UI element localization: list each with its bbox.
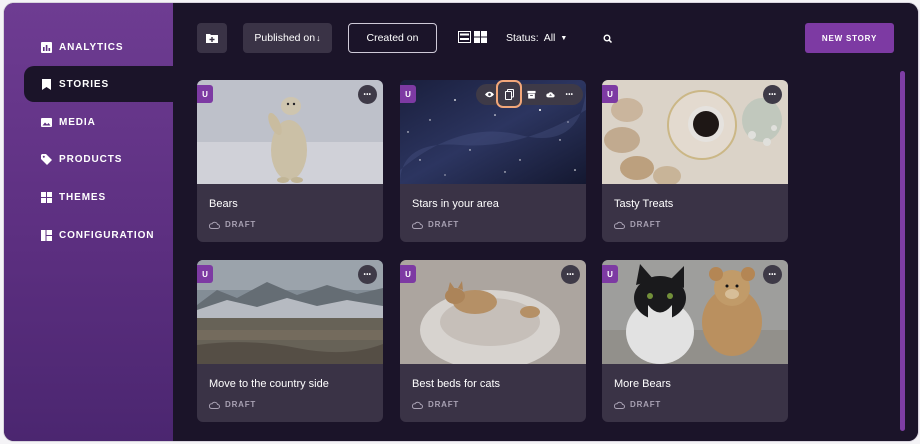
more-options-button[interactable]: •••	[358, 265, 377, 284]
story-title: Move to the country side	[209, 378, 329, 390]
more-options-button[interactable]: •••	[763, 85, 782, 104]
grid-view-icon[interactable]	[474, 31, 487, 43]
story-title: More Bears	[614, 378, 671, 390]
cloud-upload-icon[interactable]	[543, 87, 559, 103]
toolbar: Published on ↓ Created on Status: All ▼ …	[173, 3, 918, 73]
story-thumbnail	[400, 260, 586, 364]
new-story-button[interactable]: NEW STORY	[805, 23, 894, 53]
story-status: DRAFT	[209, 400, 256, 409]
scrollbar[interactable]	[900, 71, 905, 431]
sort-published-button[interactable]: Published on ↓	[243, 23, 332, 53]
story-title: Stars in your area	[412, 198, 499, 210]
add-folder-button[interactable]	[197, 23, 227, 53]
unpublished-badge: U	[197, 85, 213, 103]
sort-published-label: Published on	[254, 32, 316, 44]
analytics-icon	[41, 41, 52, 53]
sidebar-item-label: PRODUCTS	[59, 153, 123, 165]
more-options-button[interactable]: •••	[562, 87, 578, 103]
unpublished-badge: U	[400, 265, 416, 283]
unpublished-badge: U	[602, 85, 618, 103]
story-status-label: DRAFT	[225, 400, 257, 409]
story-card[interactable]: U ••• Bears DRAFT	[197, 80, 383, 242]
story-card[interactable]: U ••• Tasty Treats DRAFT	[602, 80, 788, 242]
sidebar-item-products[interactable]: PRODUCTS	[24, 141, 173, 177]
story-status-label: DRAFT	[428, 400, 460, 409]
status-label: Status:	[506, 32, 539, 44]
sidebar-item-themes[interactable]: THEMES	[24, 179, 173, 215]
story-card[interactable]: U ••• Stars in your area DRAFT	[400, 80, 586, 242]
story-status: DRAFT	[412, 400, 459, 409]
stories-icon	[41, 78, 52, 90]
unpublished-badge: U	[197, 265, 213, 283]
search-icon[interactable]	[603, 34, 613, 44]
story-thumbnail	[602, 260, 788, 364]
sidebar-item-analytics[interactable]: ANALYTICS	[24, 29, 173, 65]
story-title: Bears	[209, 198, 238, 210]
sidebar-item-media[interactable]: MEDIA	[24, 104, 173, 140]
archive-icon[interactable]	[524, 87, 540, 103]
story-thumbnail	[197, 260, 383, 364]
cloud-icon	[209, 221, 220, 229]
story-card[interactable]: U ••• Best beds for cats DRAFT	[400, 260, 586, 422]
configuration-icon	[41, 229, 52, 241]
unpublished-badge: U	[400, 85, 416, 103]
more-options-button[interactable]: •••	[561, 265, 580, 284]
sidebar: ANALYTICS STORIES MEDIA PRODUCTS THEMES	[4, 3, 173, 441]
story-card[interactable]: U ••• More Bears DRAFT	[602, 260, 788, 422]
sidebar-item-configuration[interactable]: CONFIGURATION	[24, 217, 173, 253]
sidebar-item-label: CONFIGURATION	[59, 229, 155, 241]
cloud-icon	[412, 221, 423, 229]
story-status-label: DRAFT	[630, 220, 662, 229]
cloud-icon	[412, 401, 423, 409]
story-thumbnail	[197, 80, 383, 184]
story-card[interactable]: U ••• Move to the country side DRAFT	[197, 260, 383, 422]
card-action-bar: •••	[476, 84, 583, 105]
scrollbar-thumb[interactable]	[900, 71, 905, 431]
caret-down-icon: ▼	[560, 34, 568, 42]
story-status-label: DRAFT	[225, 220, 257, 229]
app-window: ANALYTICS STORIES MEDIA PRODUCTS THEMES	[4, 3, 918, 441]
story-status: DRAFT	[614, 400, 661, 409]
view-toggle	[458, 31, 487, 43]
story-status: DRAFT	[614, 220, 661, 229]
status-value: All	[543, 32, 556, 44]
cloud-icon	[209, 401, 220, 409]
sidebar-item-stories[interactable]: STORIES	[24, 66, 173, 102]
cloud-icon	[614, 401, 625, 409]
story-thumbnail	[602, 80, 788, 184]
sort-desc-arrow-icon: ↓	[316, 33, 321, 43]
unpublished-badge: U	[602, 265, 618, 283]
folder-plus-icon	[206, 34, 218, 43]
sidebar-item-label: THEMES	[59, 191, 107, 203]
story-status-label: DRAFT	[630, 400, 662, 409]
sort-created-label: Created on	[366, 32, 419, 44]
sidebar-item-label: ANALYTICS	[59, 41, 124, 53]
main-content: Published on ↓ Created on Status: All ▼ …	[173, 3, 918, 441]
list-view-icon[interactable]	[458, 31, 471, 43]
sort-created-button[interactable]: Created on	[348, 23, 437, 53]
sidebar-item-label: STORIES	[59, 78, 110, 90]
sidebar-item-label: MEDIA	[59, 116, 96, 128]
tag-icon	[41, 153, 52, 165]
duplicate-button[interactable]	[496, 80, 522, 108]
media-icon	[41, 117, 52, 128]
new-story-label: NEW STORY	[821, 33, 878, 43]
copy-icon	[504, 88, 514, 100]
story-status: DRAFT	[209, 220, 256, 229]
story-title: Tasty Treats	[614, 198, 674, 210]
story-status: DRAFT	[412, 220, 459, 229]
status-filter[interactable]: Status: All ▼	[506, 32, 567, 44]
story-title: Best beds for cats	[412, 378, 501, 390]
more-options-button[interactable]: •••	[358, 85, 377, 104]
more-options-button[interactable]: •••	[763, 265, 782, 284]
story-status-label: DRAFT	[428, 220, 460, 229]
cloud-icon	[614, 221, 625, 229]
themes-icon	[41, 191, 52, 203]
